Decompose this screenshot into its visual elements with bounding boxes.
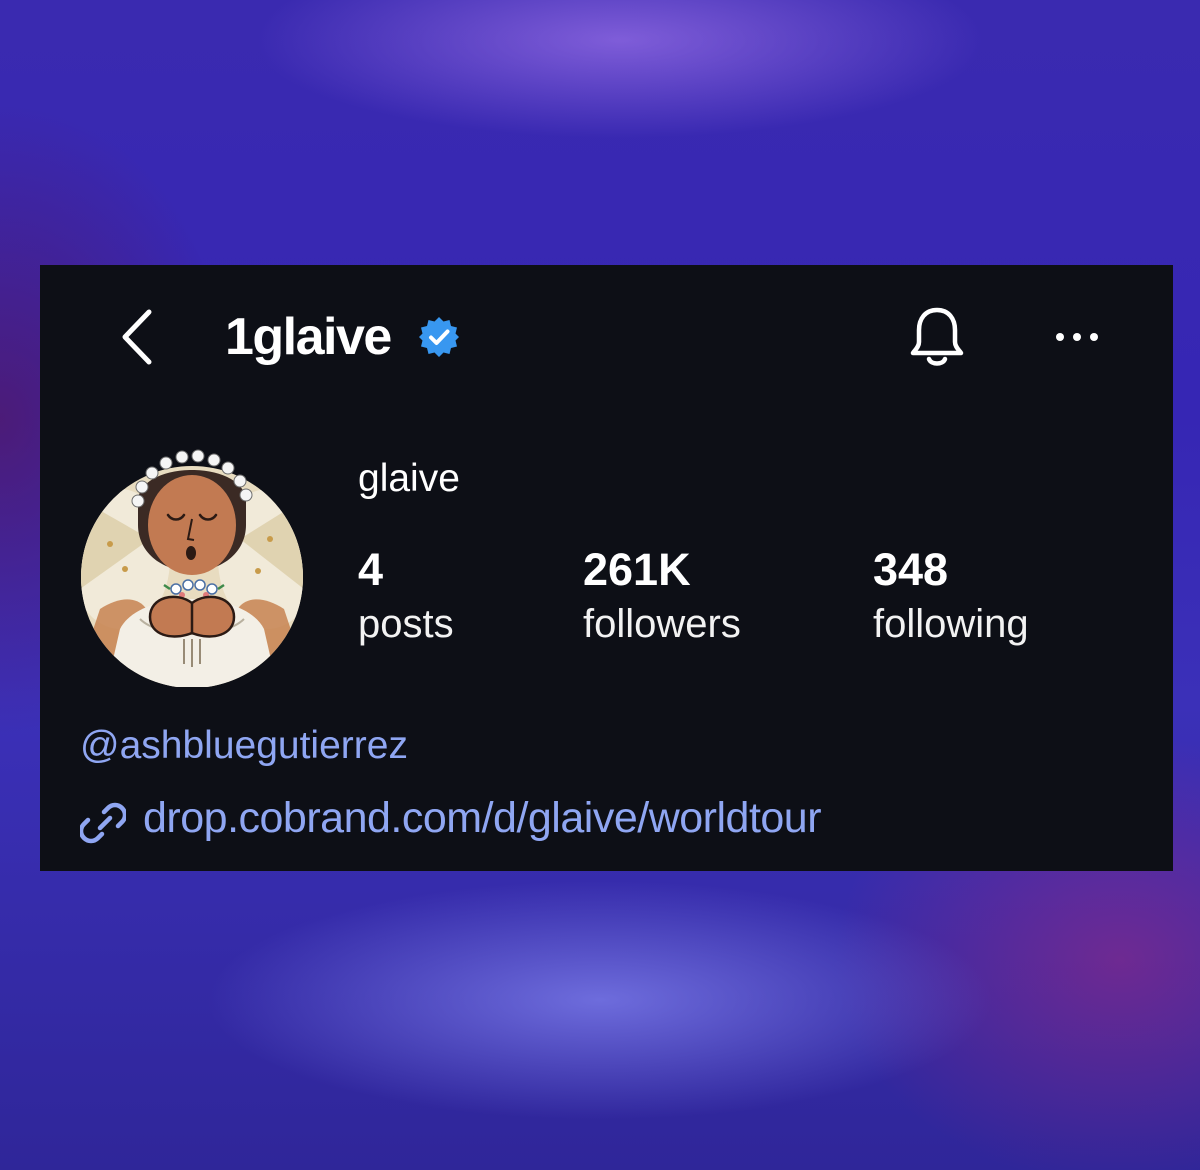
bio-mention-link[interactable]: @ashbluegutierrez <box>80 722 408 770</box>
bell-icon <box>910 307 964 366</box>
posts-stat[interactable]: 4 posts <box>358 545 454 653</box>
external-link-text: drop.cobrand.com/d/glaive/worldtour <box>143 794 822 842</box>
posts-label: posts <box>358 602 454 646</box>
chevron-left-icon <box>122 309 152 365</box>
link-icon <box>80 802 126 844</box>
followers-stat[interactable]: 261K followers <box>583 545 741 653</box>
painted-angel-avatar <box>81 449 303 688</box>
followers-label: followers <box>583 602 741 646</box>
more-options-button[interactable] <box>1054 330 1100 344</box>
followers-count: 261K <box>583 544 691 595</box>
profile-avatar[interactable] <box>80 439 304 688</box>
display-name: glaive <box>358 457 460 500</box>
verified-badge-icon <box>418 316 460 358</box>
back-button[interactable] <box>118 308 158 366</box>
notifications-button[interactable] <box>905 304 969 370</box>
following-label: following <box>873 602 1029 646</box>
posts-count: 4 <box>358 544 384 595</box>
more-horizontal-icon <box>1056 333 1098 341</box>
following-stat[interactable]: 348 following <box>873 545 1029 653</box>
following-count: 348 <box>873 544 949 595</box>
profile-username: 1glaive <box>225 308 392 366</box>
